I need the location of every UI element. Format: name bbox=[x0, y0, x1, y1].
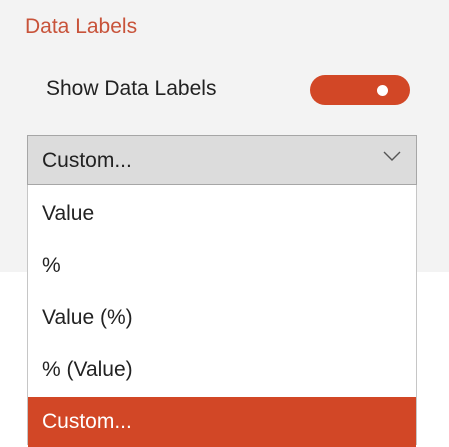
menu-item-value-percent[interactable]: Value (%) bbox=[28, 293, 416, 343]
menu-item-percent-value[interactable]: % (Value) bbox=[28, 345, 416, 395]
menu-item-custom[interactable]: Custom... bbox=[28, 397, 416, 447]
chevron-down-icon bbox=[383, 151, 401, 161]
section-title: Data Labels bbox=[25, 15, 138, 38]
show-data-labels-row: Show Data Labels bbox=[46, 72, 410, 106]
label-format-menu: Value % Value (%) % (Value) Custom... bbox=[27, 185, 417, 447]
show-data-labels-toggle[interactable] bbox=[310, 75, 410, 105]
label-format-dropdown[interactable]: Custom... bbox=[27, 135, 417, 185]
menu-item-value[interactable]: Value bbox=[28, 189, 416, 239]
dropdown-selected-value: Custom... bbox=[42, 149, 132, 172]
menu-item-percent[interactable]: % bbox=[28, 241, 416, 291]
show-data-labels-label: Show Data Labels bbox=[46, 77, 217, 100]
toggle-knob bbox=[377, 85, 388, 96]
